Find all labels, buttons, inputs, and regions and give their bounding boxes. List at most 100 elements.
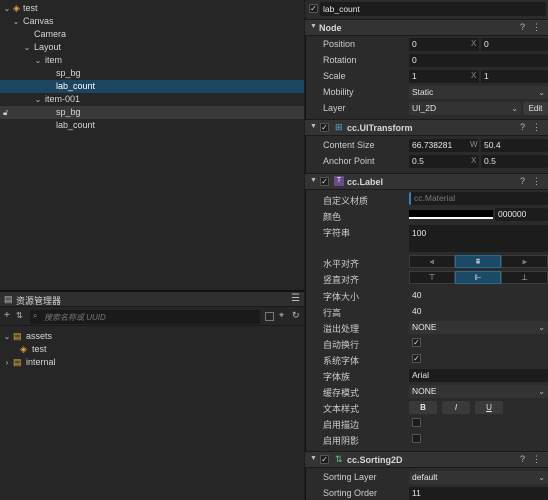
color-hex-input[interactable]: 000000 (495, 208, 548, 221)
dropdown-arrow-icon: ⌄ (538, 387, 545, 396)
text-style-label: 文本样式 (323, 404, 360, 414)
tree-node-canvas[interactable]: ⌄ Canvas (0, 15, 304, 28)
sorting-section-header[interactable]: ▼ ✓ ⇅ cc.Sorting2D ? ⋮ (305, 451, 548, 468)
string-textarea[interactable]: 100 (409, 225, 548, 252)
mobility-select[interactable]: Static ⌄ (409, 86, 548, 99)
tree-node-item[interactable]: ⌄ item (0, 54, 304, 67)
expand-arrow-icon[interactable]: › (3, 356, 11, 369)
scale-x-input[interactable]: 1 (409, 70, 479, 83)
expand-arrow-icon[interactable]: ⌄ (34, 54, 42, 67)
align-bottom-button[interactable]: ⊥ (501, 271, 548, 284)
tree-node-label: test (23, 3, 38, 13)
sort-icon[interactable]: ⇅ (16, 311, 23, 320)
asset-search-input[interactable] (44, 310, 254, 324)
content-size-h-input[interactable]: 50.4 (481, 139, 548, 152)
tree-node-label: sp_bg (56, 107, 81, 117)
collapse-arrow-icon[interactable]: ▼ (310, 23, 317, 30)
expand-arrow-icon[interactable]: ⌄ (34, 93, 42, 106)
more-icon[interactable]: ⋮ (532, 454, 541, 465)
asset-search-box[interactable]: ⌕ (30, 310, 260, 324)
component-enabled-checkbox[interactable]: ✓ (320, 123, 329, 132)
position-row: Position 0 X 0 (305, 36, 548, 52)
content-size-w-input[interactable]: 66.738281 (409, 139, 479, 152)
section-title: cc.UITransform (347, 123, 413, 133)
tree-node-item-001[interactable]: ⌄ item-001 (0, 93, 304, 106)
custom-material-field[interactable]: cc.Material (409, 192, 548, 205)
position-x-input[interactable]: 0 (409, 38, 479, 51)
asset-node-internal[interactable]: › ▤ internal (0, 356, 304, 369)
italic-button[interactable]: I (442, 401, 470, 414)
bold-button[interactable]: B (409, 401, 437, 414)
tree-node-lab-count-selected[interactable]: lab_count (0, 80, 304, 93)
collapse-arrow-icon[interactable]: ▼ (310, 177, 317, 184)
locate-icon[interactable]: ⌖ (279, 310, 284, 321)
help-icon[interactable]: ? (520, 454, 525, 464)
more-icon[interactable]: ⋮ (532, 176, 541, 187)
section-title: cc.Label (347, 177, 384, 187)
tree-node-test[interactable]: ⌄ ◈ test (0, 2, 304, 15)
line-height-input[interactable]: 40 (409, 305, 548, 318)
tree-node-layout[interactable]: ⌄ Layout (0, 41, 304, 54)
layer-select[interactable]: UI_2D ⌄ (409, 102, 521, 115)
uitransform-section-header[interactable]: ▼ ✓ ⊞ cc.UITransform ? ⋮ (305, 119, 548, 136)
position-y-input[interactable]: 0 (481, 38, 548, 51)
tree-node-camera[interactable]: Camera (0, 28, 304, 41)
overflow-select[interactable]: NONE ⌄ (409, 321, 548, 334)
anchor-x-input[interactable]: 0.5 (409, 155, 479, 168)
select-all-checkbox[interactable] (265, 312, 274, 321)
tree-node-sp-bg[interactable]: sp_bg (0, 67, 304, 80)
collapse-arrow-icon[interactable]: ▼ (310, 455, 317, 462)
add-icon[interactable]: + (4, 310, 10, 321)
expand-arrow-icon[interactable]: ⌄ (3, 330, 11, 343)
label-section-header[interactable]: ▼ ✓ T cc.Label ? ⋮ (305, 173, 548, 190)
wrap-label: 自动换行 (323, 340, 360, 350)
font-family-input[interactable]: Arial (409, 369, 548, 382)
sorting-layer-select[interactable]: default ⌄ (409, 471, 548, 484)
tree-node-sp-bg-2[interactable]: 🔓︎ sp_bg (0, 106, 304, 119)
more-icon[interactable]: ⋮ (532, 22, 541, 33)
help-icon[interactable]: ? (520, 22, 525, 32)
underline-button[interactable]: U (475, 401, 503, 414)
lock-icon[interactable]: 🔓︎ (3, 106, 8, 119)
align-right-button[interactable]: ⫸ (501, 255, 548, 268)
wrap-checkbox[interactable]: ✓ (412, 338, 421, 347)
expand-arrow-icon[interactable]: ⌄ (3, 2, 11, 15)
align-middle-button[interactable]: ⊩ (455, 271, 501, 284)
component-enabled-checkbox[interactable]: ✓ (320, 455, 329, 464)
node-name-input[interactable]: lab_count (320, 2, 546, 16)
align-left-button[interactable]: ⫷ (409, 255, 455, 268)
outline-checkbox[interactable] (412, 418, 421, 427)
help-icon[interactable]: ? (520, 122, 525, 132)
cache-mode-select[interactable]: NONE ⌄ (409, 385, 548, 398)
asset-node-assets[interactable]: ⌄ ▤ assets (0, 330, 304, 343)
node-section-header[interactable]: ▼ Node ? ⋮ (305, 19, 548, 36)
help-icon[interactable]: ? (520, 176, 525, 186)
node-active-checkbox[interactable]: ✓ (309, 4, 318, 13)
layer-edit-button[interactable]: Edit (523, 102, 548, 115)
anchor-point-label: Anchor Point (323, 156, 375, 166)
axis-x-label: X (471, 71, 477, 80)
custom-material-label: 自定义材质 (323, 196, 369, 206)
collapse-arrow-icon[interactable]: ▼ (310, 123, 317, 130)
asset-node-test[interactable]: ◈ test (0, 343, 304, 356)
sorting-order-row: Sorting Order 11 (305, 485, 548, 500)
font-size-input[interactable]: 40 (409, 289, 548, 302)
align-center-button[interactable]: ⩩ (455, 255, 501, 268)
rotation-z-input[interactable]: 0 (409, 54, 548, 67)
tree-node-lab-count-2[interactable]: lab_count (0, 119, 304, 132)
assets-panel-icon: ▤ (4, 294, 13, 304)
scale-y-input[interactable]: 1 (481, 70, 548, 83)
shadow-checkbox[interactable] (412, 434, 421, 443)
more-icon[interactable]: ⋮ (532, 122, 541, 133)
component-enabled-checkbox[interactable]: ✓ (320, 177, 329, 186)
sorting-order-label: Sorting Order (323, 488, 378, 498)
system-font-checkbox[interactable]: ✓ (412, 354, 421, 363)
color-swatch[interactable] (409, 210, 493, 219)
sorting-order-input[interactable]: 11 (409, 487, 548, 500)
menu-icon[interactable]: ☰ (291, 293, 300, 304)
refresh-icon[interactable]: ↻ (292, 310, 300, 321)
expand-arrow-icon[interactable]: ⌄ (12, 15, 20, 28)
anchor-y-input[interactable]: 0.5 (481, 155, 548, 168)
align-top-button[interactable]: ⊤ (409, 271, 455, 284)
expand-arrow-icon[interactable]: ⌄ (23, 41, 31, 54)
